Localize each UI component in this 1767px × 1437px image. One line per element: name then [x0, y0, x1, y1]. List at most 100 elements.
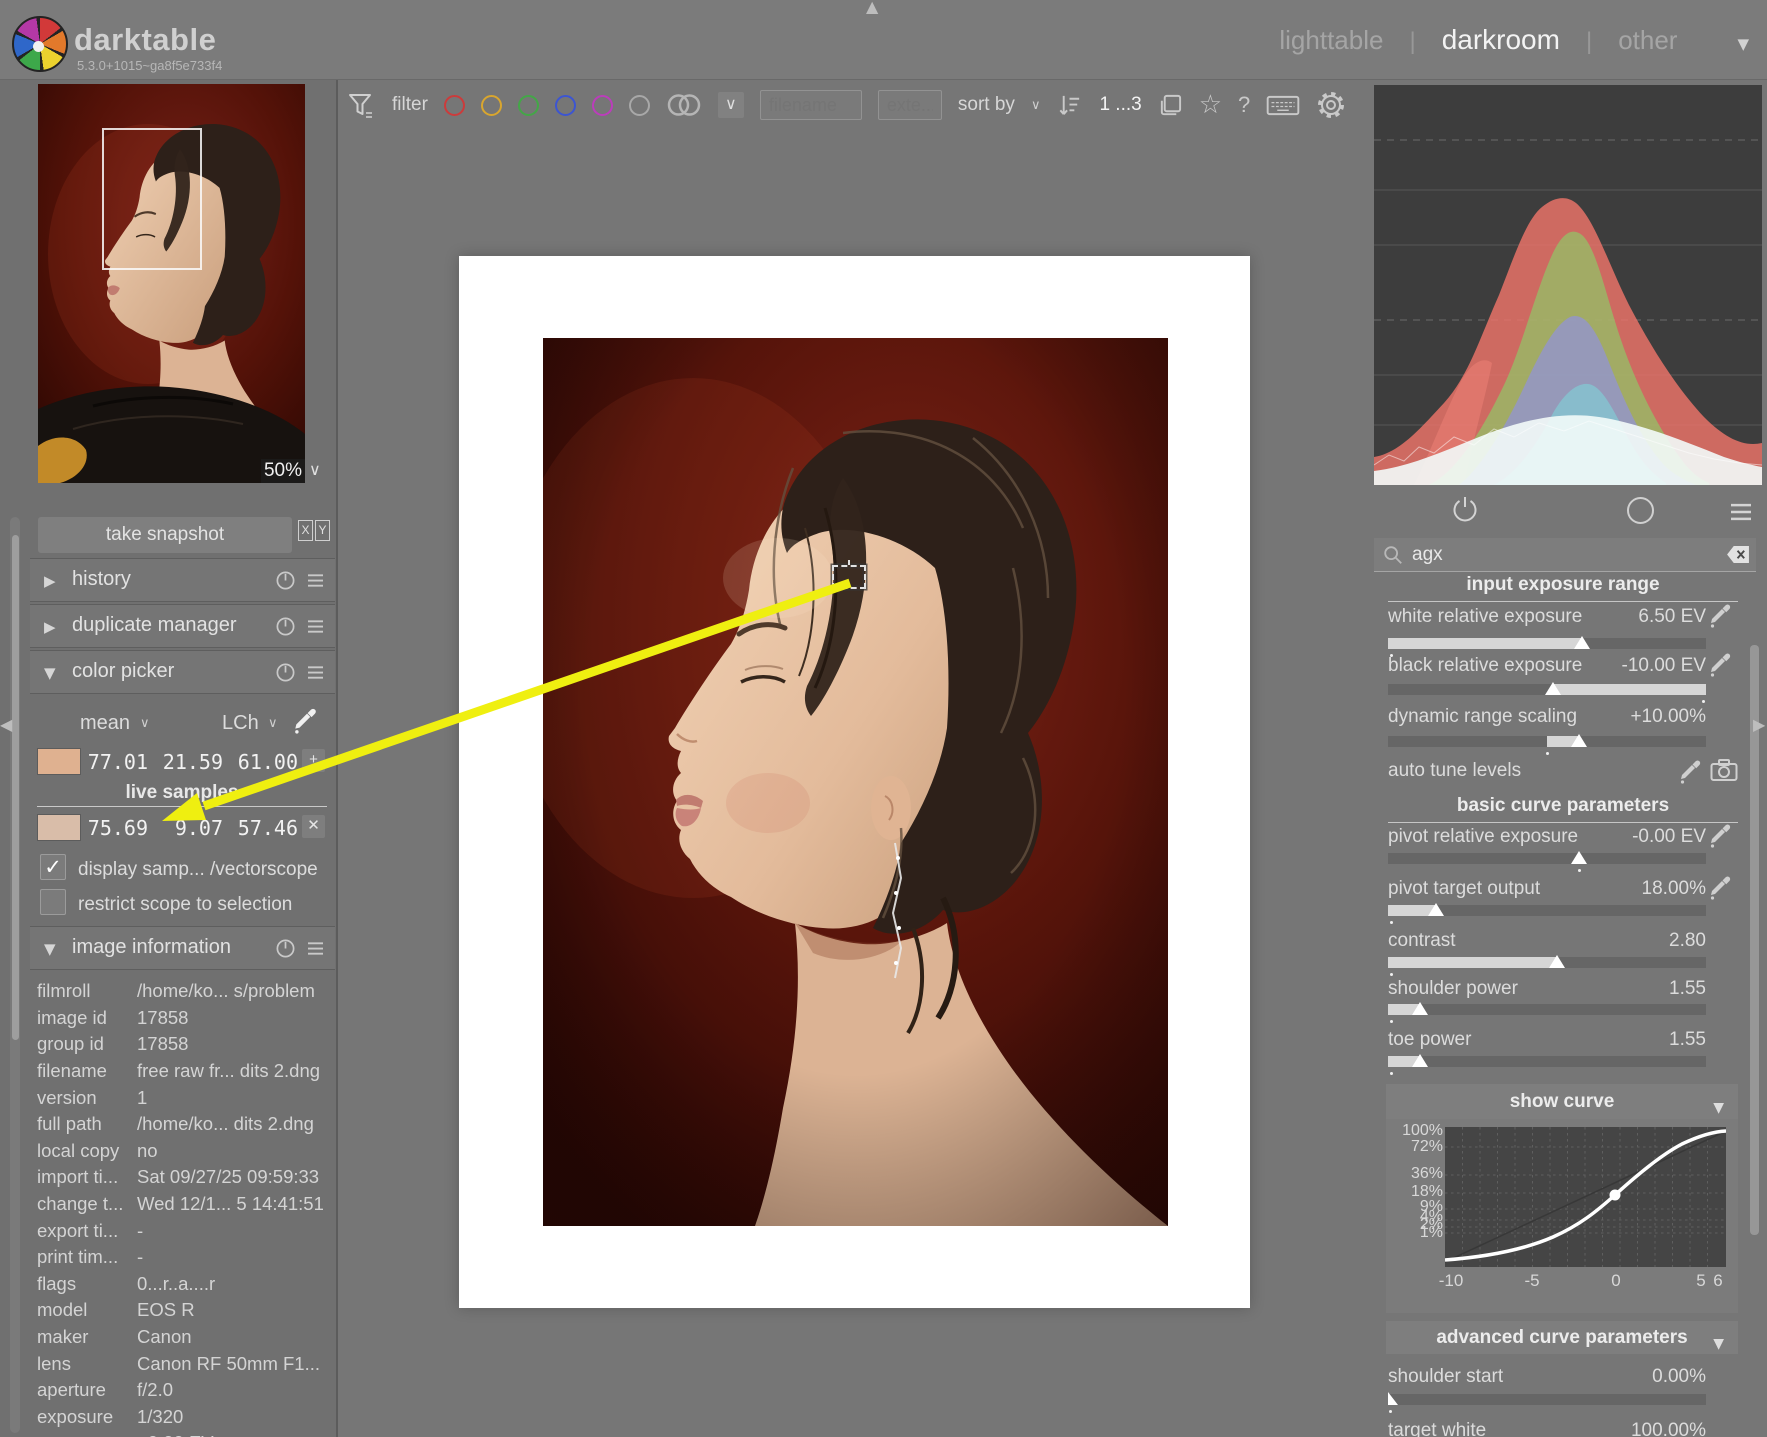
section-title[interactable]: history [72, 568, 131, 591]
pivot-relative-exposure-slider[interactable] [1388, 853, 1706, 864]
auto-tune-camera-icon[interactable] [1710, 758, 1738, 782]
contrast-slider[interactable] [1388, 957, 1706, 968]
multi-image-icon[interactable] [1158, 93, 1183, 118]
reset-icon[interactable] [275, 570, 296, 591]
dynamic-range-scaling-slider[interactable] [1388, 736, 1706, 747]
module-search[interactable] [1374, 538, 1756, 572]
show-curve-header[interactable]: show curve ▼ [1386, 1084, 1738, 1119]
statistic-dropdown[interactable]: mean [80, 712, 130, 735]
colorspace-dropdown[interactable]: LCh [222, 712, 259, 735]
shoulder-power-slider[interactable] [1388, 1004, 1706, 1015]
sort-dropdown-chevron[interactable]: ∨ [1031, 98, 1041, 113]
color-label-gray-icon[interactable] [629, 95, 650, 116]
chevron-down-icon[interactable]: ∨ [140, 716, 150, 731]
shoulder-start-slider[interactable] [1388, 1394, 1706, 1405]
pivot-target-output-slider[interactable] [1388, 905, 1706, 916]
slider-value[interactable]: 18.00% [1520, 878, 1706, 900]
module-power-icon[interactable] [1450, 494, 1480, 524]
views-dropdown-icon[interactable]: ▼ [1737, 35, 1749, 53]
color-picker-icon[interactable] [292, 704, 320, 734]
collapse-icon[interactable]: ▼ [44, 664, 56, 682]
left-scrollbar-thumb[interactable] [12, 535, 19, 1040]
tab-lighttable[interactable]: lighttable [1279, 25, 1383, 56]
auto-tune-picker-icon[interactable] [1678, 756, 1704, 784]
preferences-gear-icon[interactable] [1316, 90, 1346, 120]
color-picker-icon[interactable] [1708, 872, 1734, 900]
collapse-right-panel-icon[interactable]: ▶ [1753, 715, 1765, 734]
collapse-icon[interactable]: ▼ [44, 940, 56, 958]
focus-peaking-star-icon[interactable]: ☆ [1199, 90, 1222, 120]
reset-icon[interactable] [275, 616, 296, 637]
snapshot-compare-toggle[interactable]: X Y [298, 520, 330, 541]
clear-search-icon[interactable] [1726, 545, 1751, 564]
histogram-waveform[interactable] [1374, 85, 1762, 485]
presets-icon[interactable] [306, 573, 325, 588]
expand-icon[interactable]: ▶ [44, 572, 56, 590]
slider-value[interactable]: 100.00% [1520, 1420, 1706, 1437]
zoom-dropdown-icon[interactable]: ∨ [309, 460, 321, 479]
zoom-level-badge[interactable]: 50% [261, 459, 305, 483]
filter-options-chevron[interactable]: ∨ [718, 92, 744, 118]
focus-circle-icon[interactable] [1627, 497, 1654, 524]
slider-value[interactable]: 1.55 [1520, 1029, 1706, 1051]
display-samples-label[interactable]: display samp... /vectorscope [78, 859, 318, 881]
color-label-purple-icon[interactable] [592, 95, 613, 116]
navigation-thumbnail[interactable]: 50% [38, 84, 305, 483]
photo[interactable] [543, 338, 1168, 1226]
extension-filter-input[interactable] [878, 90, 942, 120]
module-search-input[interactable] [1412, 544, 1726, 566]
color-picker-icon[interactable] [1708, 820, 1734, 848]
white-relative-exposure-slider[interactable] [1388, 638, 1706, 649]
sort-order-icon[interactable] [1056, 92, 1083, 119]
tab-darkroom[interactable]: darkroom [1442, 24, 1560, 56]
reset-icon[interactable] [275, 662, 296, 683]
restrict-scope-label[interactable]: restrict scope to selection [78, 894, 292, 916]
slider-value[interactable]: -10.00 EV [1520, 655, 1706, 677]
slider-value[interactable]: 2.80 [1520, 930, 1706, 952]
section-title[interactable]: color picker [72, 660, 174, 683]
color-label-green-icon[interactable] [518, 95, 539, 116]
slider-value[interactable]: 0.00% [1520, 1366, 1706, 1388]
section-history[interactable]: ▶ history [30, 558, 335, 602]
section-title[interactable]: duplicate manager [72, 614, 237, 637]
tab-other[interactable]: other [1618, 25, 1677, 56]
expand-icon[interactable]: ▶ [44, 618, 56, 636]
live-sample-marker[interactable] [832, 565, 866, 589]
filter-funnel-icon[interactable] [346, 90, 376, 120]
image-canvas[interactable] [459, 256, 1250, 1308]
section-duplicate-manager[interactable]: ▶ duplicate manager [30, 604, 335, 648]
grouping-icon[interactable] [666, 93, 702, 117]
auto-tune-label[interactable]: auto tune levels [1388, 760, 1521, 782]
hamburger-menu-icon[interactable] [1727, 502, 1755, 522]
remove-sample-button[interactable]: ✕ [302, 815, 325, 838]
advanced-curve-header[interactable]: advanced curve parameters ▼ [1386, 1321, 1738, 1354]
presets-icon[interactable] [306, 619, 325, 634]
color-picker-icon[interactable] [1708, 600, 1734, 628]
black-relative-exposure-slider[interactable] [1388, 684, 1706, 695]
help-icon[interactable]: ? [1238, 92, 1250, 118]
display-samples-checkbox[interactable]: ✓ [40, 854, 66, 880]
section-color-picker[interactable]: ▼ color picker [30, 650, 335, 694]
restrict-scope-checkbox[interactable] [40, 889, 66, 915]
live-sample-swatch[interactable] [37, 814, 81, 841]
section-title[interactable]: image information [72, 936, 231, 959]
shortcuts-keyboard-icon[interactable] [1266, 94, 1300, 117]
tone-curve-graph[interactable] [1445, 1127, 1726, 1267]
color-label-yellow-icon[interactable] [481, 95, 502, 116]
collapse-left-panel-icon[interactable]: ◀ [0, 715, 12, 734]
color-label-blue-icon[interactable] [555, 95, 576, 116]
slider-value[interactable]: 6.50 EV [1520, 606, 1706, 628]
add-sample-button[interactable]: + [302, 749, 325, 772]
presets-icon[interactable] [306, 665, 325, 680]
collapse-top-panel-icon[interactable]: ▲ [866, 0, 878, 16]
chevron-down-icon[interactable]: ∨ [268, 716, 278, 731]
reset-icon[interactable] [275, 938, 296, 959]
toe-power-slider[interactable] [1388, 1056, 1706, 1067]
color-picker-icon[interactable] [1708, 649, 1734, 677]
section-image-information[interactable]: ▼ image information [30, 926, 335, 970]
zoom-range-label[interactable]: 1 ...3 [1099, 94, 1141, 116]
color-label-red-icon[interactable] [444, 95, 465, 116]
slider-value[interactable]: -0.00 EV [1520, 826, 1706, 848]
presets-icon[interactable] [306, 941, 325, 956]
viewport-rectangle[interactable] [102, 128, 202, 270]
